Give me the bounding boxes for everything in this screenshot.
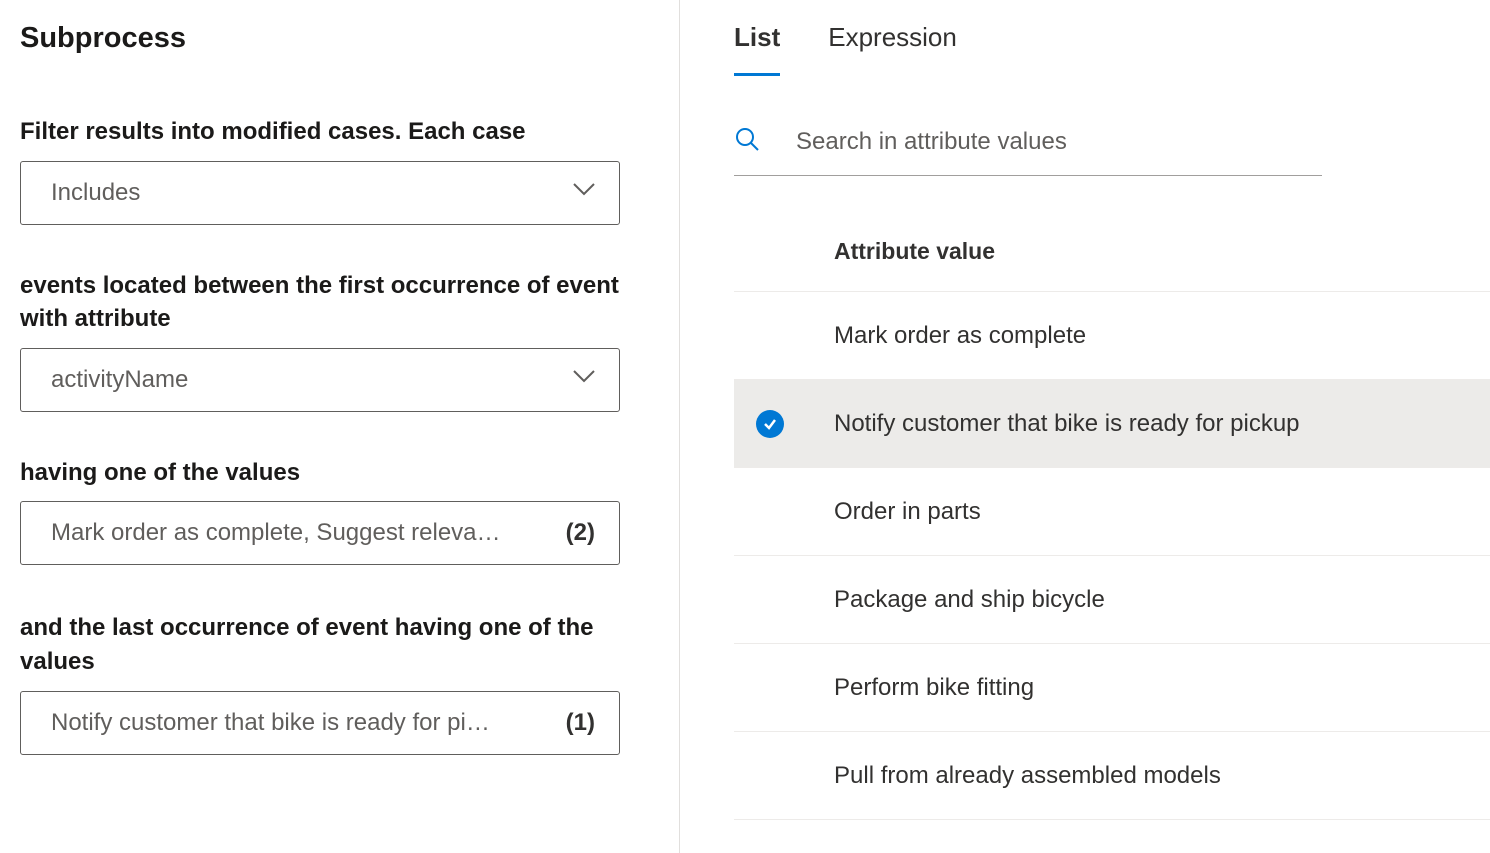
attribute-row[interactable]: Perform bike fitting (734, 644, 1490, 732)
attribute-row[interactable]: Mark order as complete (734, 292, 1490, 380)
first-values-count: (2) (566, 519, 595, 547)
attribute-row[interactable]: Package and ship bicycle (734, 556, 1490, 644)
search-icon (734, 126, 760, 157)
attribute-row-label: Notify customer that bike is ready for p… (834, 410, 1300, 438)
attribute-dropdown[interactable]: activityName (20, 348, 620, 412)
check-icon (756, 410, 784, 438)
tabs: List Expression (734, 22, 1490, 76)
attribute-value-header: Attribute value (734, 238, 1490, 292)
chevron-down-icon (573, 183, 595, 202)
attribute-row[interactable]: Pull from already assembled models (734, 732, 1490, 820)
right-panel: List Expression Attribute value Mark ord… (680, 0, 1490, 853)
last-values-count: (1) (566, 709, 595, 737)
last-values-label: and the last occurrence of event having … (20, 611, 659, 678)
page-title: Subprocess (20, 22, 659, 55)
search-row (734, 116, 1322, 176)
first-values-multiselect[interactable]: Mark order as complete, Suggest releva… … (20, 501, 620, 565)
attribute-row[interactable]: Notify customer that bike is ready for p… (734, 380, 1490, 468)
first-values-text: Mark order as complete, Suggest releva… (51, 519, 554, 547)
filter-label: Filter results into modified cases. Each… (20, 115, 659, 149)
attribute-row[interactable]: Order in parts (734, 468, 1490, 556)
attribute-row-label: Order in parts (834, 498, 981, 526)
filter-mode-value: Includes (51, 179, 561, 207)
tab-expression[interactable]: Expression (828, 22, 957, 76)
search-input[interactable] (796, 128, 1322, 156)
values-label: having one of the values (20, 456, 659, 490)
attribute-row-label: Perform bike fitting (834, 674, 1034, 702)
attribute-row-label: Mark order as complete (834, 322, 1086, 350)
attribute-value: activityName (51, 366, 561, 394)
last-values-text: Notify customer that bike is ready for p… (51, 709, 554, 737)
filter-mode-dropdown[interactable]: Includes (20, 161, 620, 225)
tab-list[interactable]: List (734, 22, 780, 76)
attribute-value-list: Mark order as complete Notify customer th… (734, 292, 1490, 820)
attribute-row-label: Package and ship bicycle (834, 586, 1105, 614)
events-between-label: events located between the first occurre… (20, 269, 659, 336)
attribute-row-label: Pull from already assembled models (834, 762, 1221, 790)
chevron-down-icon (573, 370, 595, 389)
left-panel: Subprocess Filter results into modified … (0, 0, 680, 853)
last-values-multiselect[interactable]: Notify customer that bike is ready for p… (20, 691, 620, 755)
